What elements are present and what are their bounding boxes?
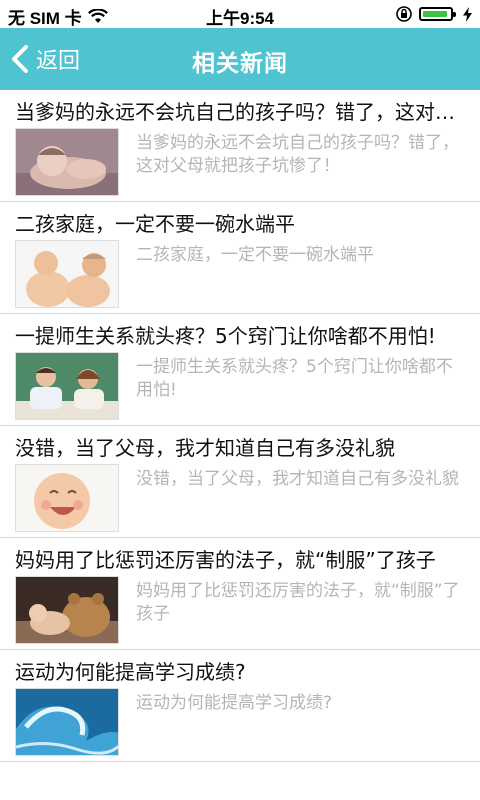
news-item[interactable]: 当爹妈的永远不会坑自己的孩子吗？错了，这对父母就把孩子坑惨了！ 当爹妈的永远不会…	[0, 90, 480, 202]
news-title: 没错，当了父母，我才知道自己有多没礼貌	[15, 436, 395, 460]
status-bar: 无 SIM 卡 上午9:54	[0, 0, 480, 28]
battery-icon	[419, 7, 456, 21]
news-item[interactable]: 运动为何能提高学习成绩? 运动为何能提高学习成绩?	[0, 650, 480, 762]
status-right	[395, 5, 472, 23]
news-title: 运动为何能提高学习成绩?	[15, 660, 246, 684]
ocean-wave-thumbnail	[15, 688, 119, 756]
news-item[interactable]: 妈妈用了比惩罚还厉害的法子，就“制服”了孩子 妈妈用了比惩罚还厉害的法子，就“制…	[0, 538, 480, 650]
laughing-baby-thumbnail	[15, 464, 119, 532]
news-list: 当爹妈的永远不会坑自己的孩子吗？错了，这对父母就把孩子坑惨了！ 当爹妈的永远不会…	[0, 90, 480, 762]
sleeping-baby-thumbnail	[15, 128, 119, 196]
news-item[interactable]: 一提师生关系就头疼？5个窍门让你啥都不用怕! 一提师生关系就头疼？5个窍门让你啥…	[0, 314, 480, 426]
news-description: 当爹妈的永远不会坑自己的孩子吗？错了，这对父母就把孩子坑惨了！	[136, 133, 459, 176]
news-title: 一提师生关系就头疼？5个窍门让你啥都不用怕!	[15, 324, 436, 348]
baby-teddy-bear-thumbnail	[15, 576, 119, 644]
news-title: 当爹妈的永远不会坑自己的孩子吗？错了，这对父母就把孩子坑惨了！	[15, 100, 465, 124]
news-item[interactable]: 二孩家庭，一定不要一碗水端平 二孩家庭，一定不要一碗水端平	[0, 202, 480, 314]
news-title: 妈妈用了比惩罚还厉害的法子，就“制服”了孩子	[15, 548, 436, 572]
news-title: 二孩家庭，一定不要一碗水端平	[15, 212, 295, 236]
orientation-lock-icon	[396, 6, 412, 22]
teacher-student-thumbnail	[15, 352, 119, 420]
news-description: 一提师生关系就头疼？5个窍门让你啥都不用怕!	[136, 357, 453, 400]
news-description: 二孩家庭，一定不要一碗水端平	[136, 245, 374, 265]
navigation-bar: 返回 相关新闻	[0, 28, 480, 90]
news-description: 没错，当了父母，我才知道自己有多没礼貌	[136, 469, 459, 489]
news-item[interactable]: 没错，当了父母，我才知道自己有多没礼貌 没错，当了父母，我才知道自己有多没礼貌	[0, 426, 480, 538]
news-description: 运动为何能提高学习成绩?	[136, 693, 333, 713]
charging-bolt-icon	[463, 6, 472, 22]
two-babies-thumbnail	[15, 240, 119, 308]
news-description: 妈妈用了比惩罚还厉害的法子，就“制服”了孩子	[136, 581, 460, 624]
page-title: 相关新闻	[192, 51, 288, 77]
